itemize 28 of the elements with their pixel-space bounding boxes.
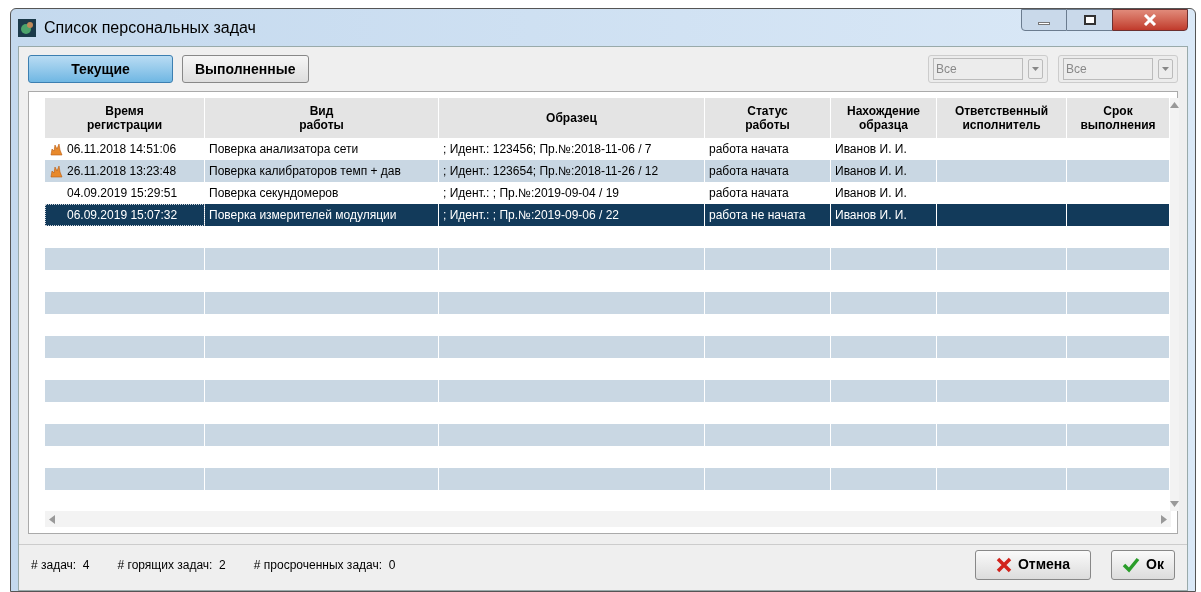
minimize-icon (1038, 22, 1050, 25)
flame-icon (49, 164, 63, 178)
vertical-scrollbar[interactable] (1170, 98, 1179, 511)
tab[interactable]: Текущие (28, 55, 173, 83)
dropdown-arrow-icon (1162, 67, 1169, 71)
scroll-up-icon (1170, 102, 1179, 108)
maximize-button[interactable] (1067, 9, 1112, 31)
scroll-down-icon (1170, 501, 1179, 507)
ok-button[interactable]: Ок (1111, 549, 1175, 580)
table-row[interactable]: 26.11.2018 13:23:48 Поверка калибраторов темп + дав ; Идент.: 123654; Пр.№:2018-11-26 / 12 работа начата Иванов И. И. (45, 160, 1170, 182)
app-icon (18, 18, 36, 37)
flame-icon (49, 142, 63, 156)
tab[interactable]: Выполненные (182, 55, 309, 83)
status-text: # горящих задач: 2 (117, 556, 226, 574)
scroll-right-icon (1161, 514, 1167, 524)
status-text: # просроченных задач: 0 (253, 556, 396, 574)
horizontal-scrollbar[interactable] (45, 511, 1171, 527)
cancel-button[interactable]: Отмена (975, 549, 1091, 580)
maximize-icon (1083, 15, 1096, 25)
close-icon (1143, 14, 1157, 26)
status-text: # задач: 4 (31, 556, 90, 574)
close-icon (995, 556, 1012, 573)
table-row[interactable]: 06.09.2019 15:07:32 Поверка измерителей модуляции ; Идент.: ; Пр.№:2019-09-06 / 22 работа не начата Иванов И. И. (45, 204, 1170, 226)
close-button[interactable] (1112, 9, 1188, 31)
window-title: Список персональных задач (44, 17, 256, 38)
dropdown-arrow-icon (1032, 67, 1039, 71)
checkmark-icon (1122, 556, 1141, 573)
scroll-left-icon (49, 514, 55, 524)
